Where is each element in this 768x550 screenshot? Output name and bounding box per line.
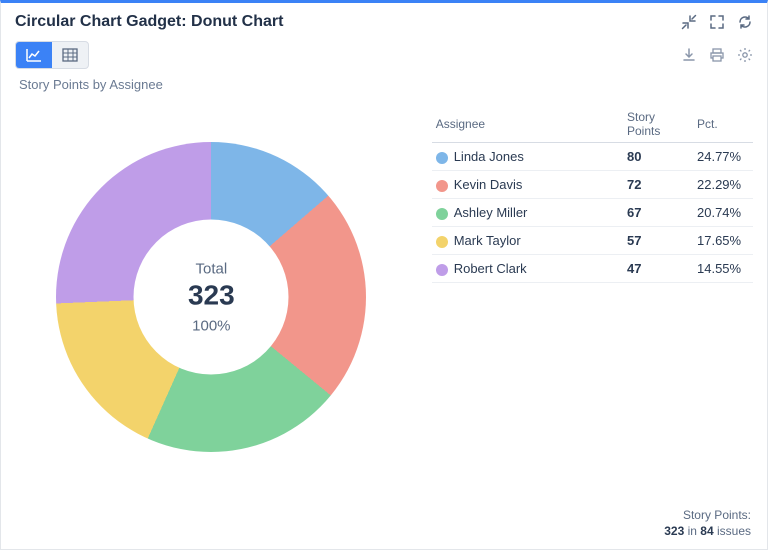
legend-area: Assignee Story Points Pct. Linda Jones80… (432, 100, 753, 495)
footer-total: 323 (664, 524, 684, 538)
legend-value: 57 (623, 227, 693, 255)
refresh-icon[interactable] (737, 14, 753, 30)
toolbar-actions (681, 47, 753, 63)
gadget-title: Circular Chart Gadget: Donut Chart (15, 13, 283, 31)
swatch-icon (436, 180, 448, 192)
gadget-panel: Circular Chart Gadget: Donut Chart (0, 0, 768, 550)
legend-row[interactable]: Linda Jones8024.77% (432, 143, 753, 171)
footer-metric-label: Story Points: (17, 507, 751, 523)
legend-pct: 17.65% (693, 227, 753, 255)
legend-pct: 22.29% (693, 171, 753, 199)
content: Total 323 100% Assignee Story Points Pct… (1, 94, 767, 501)
legend-pct: 14.55% (693, 255, 753, 283)
legend-header-row: Assignee Story Points Pct. (432, 106, 753, 143)
legend-value: 72 (623, 171, 693, 199)
gadget-header: Circular Chart Gadget: Donut Chart (1, 3, 767, 37)
swatch-icon (436, 152, 448, 164)
center-pct: 100% (192, 317, 230, 334)
legend-assignee: Robert Clark (432, 255, 623, 283)
legend-value: 67 (623, 199, 693, 227)
chart-view-button[interactable] (16, 42, 52, 68)
view-toggle (15, 41, 89, 69)
legend-value: 47 (623, 255, 693, 283)
col-pct: Pct. (693, 106, 753, 143)
col-points: Story Points (623, 106, 693, 143)
footer-issues: 84 (700, 524, 713, 538)
download-icon[interactable] (681, 47, 697, 63)
legend-assignee: Ashley Miller (432, 199, 623, 227)
swatch-icon (436, 236, 448, 248)
header-actions (681, 14, 753, 30)
col-assignee: Assignee (432, 106, 623, 143)
footer-issues-label: issues (717, 524, 751, 538)
footer: Story Points: 323 in 84 issues (1, 501, 767, 549)
legend-row[interactable]: Ashley Miller6720.74% (432, 199, 753, 227)
swatch-icon (436, 264, 448, 276)
table-view-button[interactable] (52, 42, 88, 68)
center-value: 323 (188, 279, 235, 311)
gear-icon[interactable] (737, 47, 753, 63)
footer-summary: 323 in 84 issues (17, 523, 751, 539)
legend-pct: 24.77% (693, 143, 753, 171)
toolbar (1, 37, 767, 73)
legend-assignee: Mark Taylor (432, 227, 623, 255)
fullscreen-icon[interactable] (709, 14, 725, 30)
swatch-icon (436, 208, 448, 220)
legend-pct: 20.74% (693, 199, 753, 227)
footer-in: in (688, 524, 697, 538)
print-icon[interactable] (709, 47, 725, 63)
legend-assignee: Kevin Davis (432, 171, 623, 199)
legend-table: Assignee Story Points Pct. Linda Jones80… (432, 106, 753, 283)
legend-row[interactable]: Kevin Davis7222.29% (432, 171, 753, 199)
donut-chart: Total 323 100% (56, 142, 366, 452)
chart-subtitle: Story Points by Assignee (1, 73, 767, 94)
legend-row[interactable]: Mark Taylor5717.65% (432, 227, 753, 255)
collapse-icon[interactable] (681, 14, 697, 30)
legend-value: 80 (623, 143, 693, 171)
center-label: Total (196, 260, 228, 277)
donut-center: Total 323 100% (134, 220, 289, 375)
legend-row[interactable]: Robert Clark4714.55% (432, 255, 753, 283)
legend-assignee: Linda Jones (432, 143, 623, 171)
chart-area: Total 323 100% (15, 100, 408, 495)
